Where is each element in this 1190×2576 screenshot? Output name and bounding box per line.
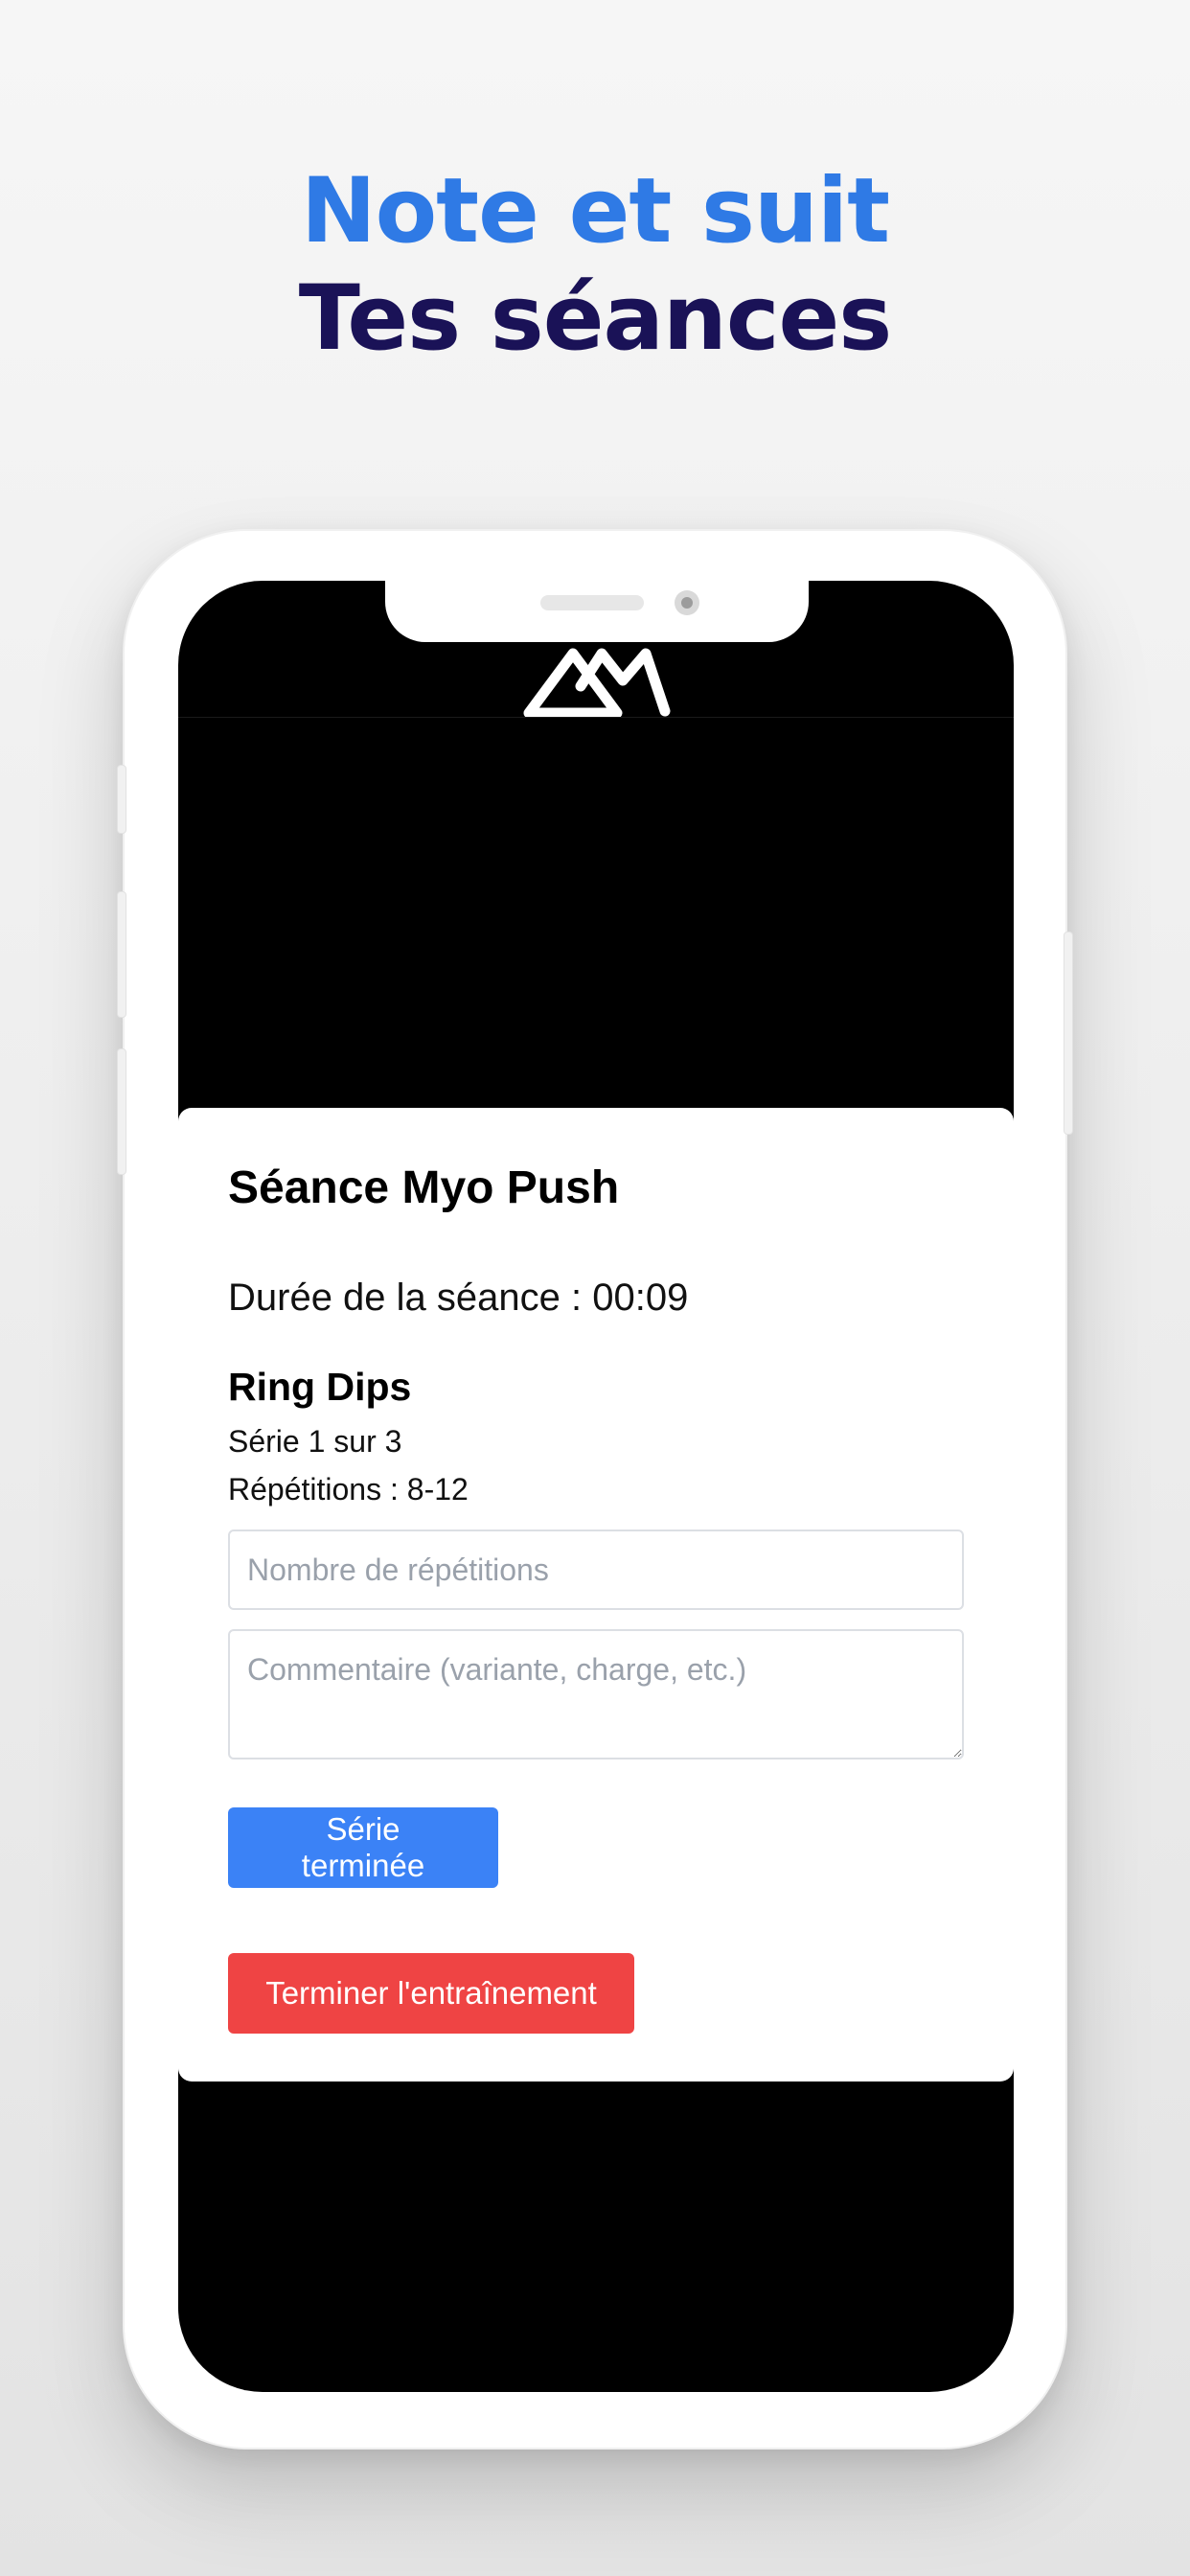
duration-label: Durée de la séance : [228, 1276, 593, 1319]
phone-screen: Séance Myo Push Durée de la séance : 00:… [178, 581, 1014, 2392]
phone-notch [385, 581, 809, 642]
front-camera [675, 590, 699, 615]
speaker-grille [540, 595, 644, 610]
volume-up-button [117, 891, 126, 1018]
marketing-headline: Note et suit Tes séances [0, 158, 1190, 373]
headline-line-1: Note et suit [300, 159, 890, 264]
volume-down-button [117, 1048, 126, 1175]
series-counter: Série 1 sur 3 [228, 1424, 402, 1459]
power-button [1064, 932, 1073, 1135]
comment-textarea[interactable] [228, 1629, 964, 1760]
end-workout-button[interactable]: Terminer l'entraînement [228, 1953, 634, 2034]
headline-line-2: Tes séances [298, 266, 893, 371]
session-title: Séance Myo Push [228, 1162, 620, 1213]
duration-timer: 00:09 [592, 1276, 689, 1319]
app-logo-icon [523, 648, 671, 717]
phone-frame: Séance Myo Push Durée de la séance : 00:… [117, 529, 1073, 2450]
reps-target: Répétitions : 8-12 [228, 1472, 469, 1506]
workout-card: Séance Myo Push Durée de la séance : 00:… [178, 1108, 1014, 2082]
reps-input[interactable] [228, 1530, 964, 1610]
series-done-button[interactable]: Série terminée [228, 1807, 498, 1888]
mute-switch [117, 765, 126, 834]
exercise-name: Ring Dips [228, 1365, 412, 1409]
session-duration: Durée de la séance : 00:09 [228, 1276, 688, 1320]
